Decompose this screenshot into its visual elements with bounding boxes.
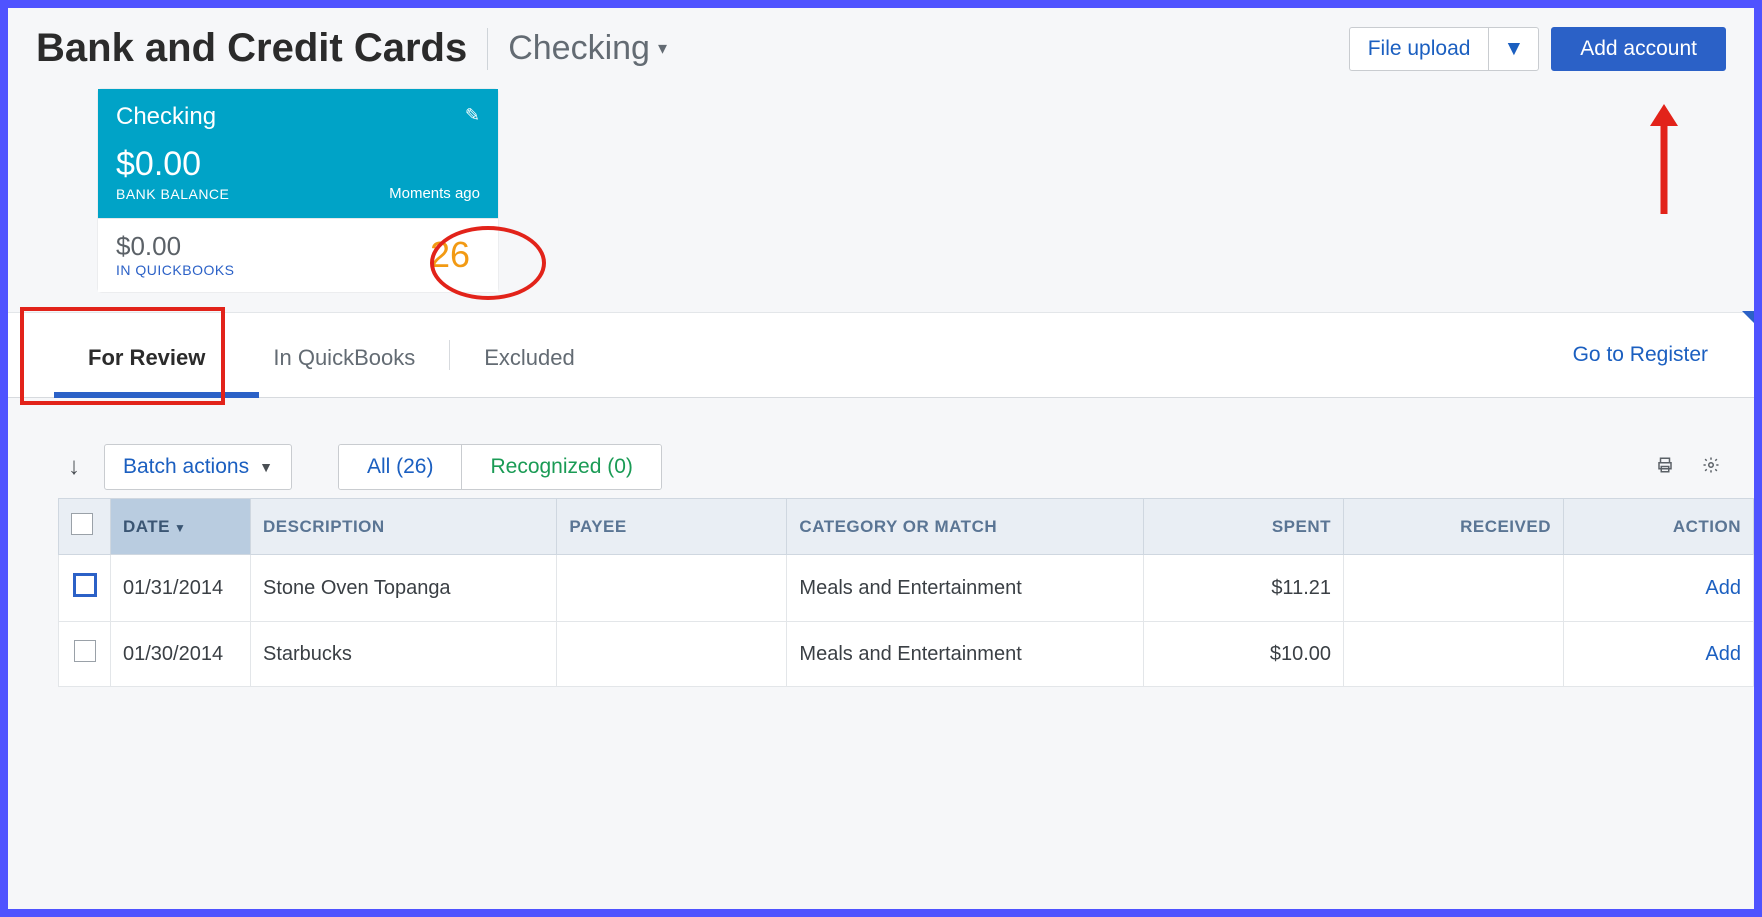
col-payee[interactable]: PAYEE xyxy=(557,499,787,555)
cell-date: 01/30/2014 xyxy=(111,622,251,687)
file-upload-group: File upload ▼ xyxy=(1349,27,1540,71)
caret-down-icon: ▼ xyxy=(1503,37,1524,60)
filter-recognized-button[interactable]: Recognized (0) xyxy=(461,445,660,489)
col-spent[interactable]: SPENT xyxy=(1144,499,1344,555)
bank-balance: $0.00 xyxy=(116,145,480,184)
header-divider xyxy=(487,28,488,70)
transactions-table: DATE▼ DESCRIPTION PAYEE CATEGORY OR MATC… xyxy=(58,498,1754,687)
table-toolbar: ↓ Batch actions ▼ All (26) Recognized (0… xyxy=(8,398,1754,498)
gear-icon[interactable] xyxy=(1696,450,1726,485)
col-date[interactable]: DATE▼ xyxy=(111,499,251,555)
col-received[interactable]: RECEIVED xyxy=(1344,499,1564,555)
account-selector[interactable]: Checking ▾ xyxy=(508,29,667,68)
cell-description: Stone Oven Topanga xyxy=(251,555,557,622)
page-title: Bank and Credit Cards xyxy=(36,26,467,71)
file-upload-dropdown[interactable]: ▼ xyxy=(1488,27,1539,71)
cell-received xyxy=(1344,622,1564,687)
col-description[interactable]: DESCRIPTION xyxy=(251,499,557,555)
cell-category[interactable]: Meals and Entertainment xyxy=(787,555,1144,622)
row-checkbox[interactable] xyxy=(73,573,97,597)
cell-date: 01/31/2014 xyxy=(111,555,251,622)
print-icon[interactable] xyxy=(1650,450,1680,485)
account-card-top: Checking ✎ $0.00 BANK BALANCE Moments ag… xyxy=(98,89,498,218)
cell-spent: $11.21 xyxy=(1144,555,1344,622)
tab-excluded[interactable]: Excluded xyxy=(450,313,609,397)
cell-category[interactable]: Meals and Entertainment xyxy=(787,622,1144,687)
qb-balance: $0.00 xyxy=(116,231,235,262)
corner-handle[interactable] xyxy=(1742,311,1754,325)
pending-count: 26 xyxy=(430,234,480,276)
add-action-link[interactable]: Add xyxy=(1705,577,1741,599)
table-row[interactable]: 01/30/2014 Starbucks Meals and Entertain… xyxy=(59,622,1754,687)
col-action[interactable]: ACTION xyxy=(1564,499,1754,555)
qb-balance-label: IN QUICKBOOKS xyxy=(116,262,235,278)
add-account-button[interactable]: Add account xyxy=(1551,27,1726,71)
caret-down-icon: ▾ xyxy=(658,38,667,59)
account-card[interactable]: Checking ✎ $0.00 BANK BALANCE Moments ag… xyxy=(98,89,498,292)
pencil-icon[interactable]: ✎ xyxy=(465,105,480,126)
cell-payee xyxy=(557,555,787,622)
cell-spent: $10.00 xyxy=(1144,622,1344,687)
account-selector-label: Checking xyxy=(508,29,650,68)
cell-payee xyxy=(557,622,787,687)
tab-underline xyxy=(54,392,259,398)
account-card-bottom: $0.00 IN QUICKBOOKS 26 xyxy=(98,218,498,292)
tab-for-review[interactable]: For Review xyxy=(54,313,239,397)
cell-received xyxy=(1344,555,1564,622)
tabs-bar: For Review In QuickBooks Excluded Go to … xyxy=(8,312,1754,398)
row-checkbox[interactable] xyxy=(74,640,96,662)
updated-ago: Moments ago xyxy=(389,185,480,202)
sort-arrow-icon[interactable]: ↓ xyxy=(68,453,80,481)
col-category[interactable]: CATEGORY OR MATCH xyxy=(787,499,1144,555)
account-name: Checking xyxy=(116,103,480,131)
caret-down-icon: ▼ xyxy=(174,521,186,535)
page-header: Bank and Credit Cards Checking ▾ File up… xyxy=(8,8,1754,89)
add-action-link[interactable]: Add xyxy=(1705,643,1741,665)
go-to-register-link[interactable]: Go to Register xyxy=(1573,343,1726,367)
table-row[interactable]: 01/31/2014 Stone Oven Topanga Meals and … xyxy=(59,555,1754,622)
tab-in-quickbooks[interactable]: In QuickBooks xyxy=(239,313,449,397)
cell-description: Starbucks xyxy=(251,622,557,687)
file-upload-button[interactable]: File upload xyxy=(1349,27,1489,71)
filter-segment: All (26) Recognized (0) xyxy=(338,444,662,490)
batch-actions-label: Batch actions xyxy=(123,455,249,479)
batch-actions-dropdown[interactable]: Batch actions ▼ xyxy=(104,444,292,490)
col-checkbox xyxy=(59,499,111,555)
filter-all-button[interactable]: All (26) xyxy=(339,445,462,489)
caret-down-icon: ▼ xyxy=(259,459,273,475)
select-all-checkbox[interactable] xyxy=(71,513,93,535)
